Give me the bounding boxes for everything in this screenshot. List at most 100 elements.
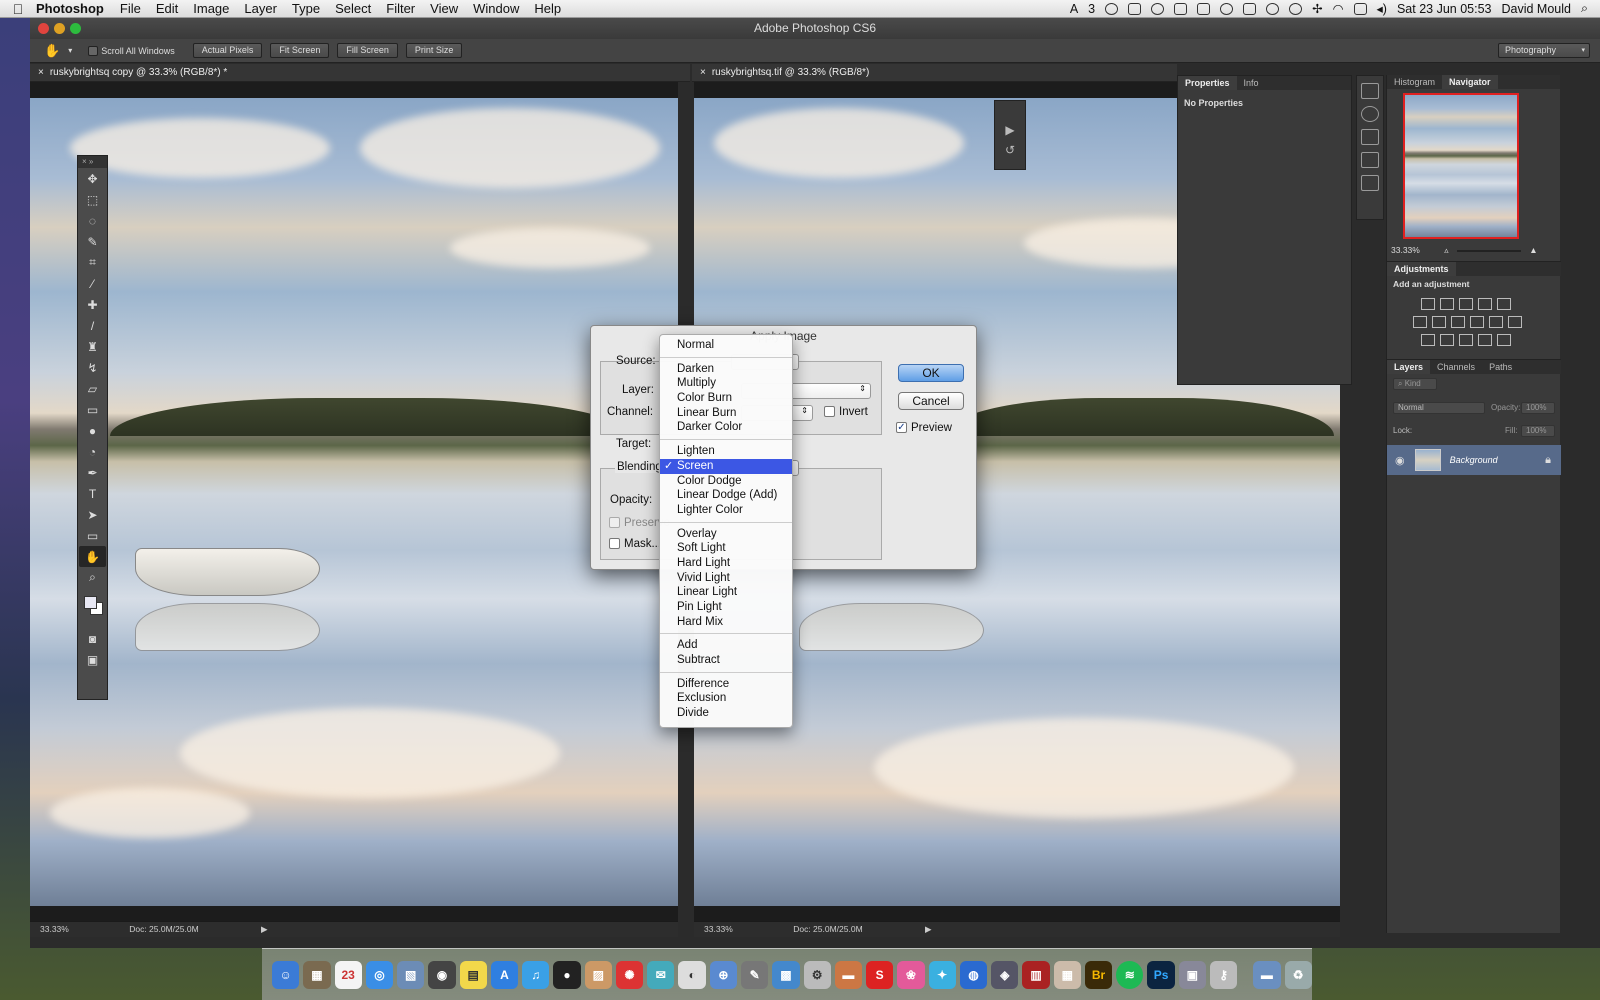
opacity-field[interactable]: 100%: [1521, 402, 1555, 414]
blend-option-multiply[interactable]: Multiply: [660, 376, 792, 391]
pinwheel-icon[interactable]: [1220, 2, 1234, 15]
tab-channels[interactable]: Channels: [1430, 360, 1482, 374]
zoom-in-icon[interactable]: ▲: [1529, 245, 1537, 255]
layer-row-background[interactable]: ◉ Background 🔒︎: [1387, 445, 1561, 475]
history-brush-tool-icon[interactable]: ↯: [79, 357, 106, 378]
mask-checkbox[interactable]: Mask...: [609, 538, 661, 550]
channel-mixer-icon[interactable]: [1489, 316, 1503, 328]
calendar-icon[interactable]: 23: [334, 960, 362, 989]
preview-app-icon[interactable]: ▧: [397, 960, 425, 989]
display-icon[interactable]: [1243, 2, 1257, 15]
network-icon[interactable]: ⊕: [709, 960, 737, 989]
marquee-tool-icon[interactable]: ⬚: [79, 189, 106, 210]
iphoto-icon[interactable]: ▨: [584, 960, 612, 989]
healing-brush-tool-icon[interactable]: ✚: [79, 294, 106, 315]
document-tab-right[interactable]: × ruskybrightsq.tif @ 33.3% (RGB/8*): [692, 64, 1177, 82]
blend-option-normal[interactable]: Normal: [660, 338, 792, 353]
history-icon[interactable]: ↺: [995, 143, 1025, 157]
fill-field[interactable]: 100%: [1521, 425, 1555, 437]
preserve-check-box[interactable]: [609, 517, 620, 529]
curves-icon[interactable]: [1459, 298, 1473, 310]
utility-app-icon[interactable]: ▩: [772, 960, 800, 989]
blend-option-linear-burn[interactable]: Linear Burn: [660, 406, 792, 421]
spotify-icon[interactable]: ≋: [1116, 960, 1144, 989]
photos-folder-icon[interactable]: ▣: [1178, 960, 1206, 989]
safari-icon[interactable]: ◎: [365, 960, 394, 989]
exposure-icon[interactable]: [1478, 298, 1492, 310]
menu-help[interactable]: Help: [534, 1, 561, 16]
tab-properties[interactable]: Properties: [1178, 76, 1237, 90]
mask-check-box[interactable]: [609, 538, 620, 550]
blend-option-color-burn[interactable]: Color Burn: [660, 391, 792, 406]
zoom-slider[interactable]: [1456, 249, 1521, 252]
blend-option-hard-light[interactable]: Hard Light: [660, 556, 792, 571]
info-panel-icon[interactable]: [1361, 106, 1379, 122]
blend-option-soft-light[interactable]: Soft Light: [660, 541, 792, 556]
levels-icon[interactable]: [1440, 298, 1454, 310]
sound-icon[interactable]: [1353, 2, 1367, 15]
menu-window[interactable]: Window: [473, 1, 519, 16]
preview-checkbox[interactable]: ✓ Preview: [896, 422, 952, 434]
invert-icon[interactable]: [1421, 334, 1435, 346]
zoom-tool-icon[interactable]: ⌕: [79, 567, 106, 588]
pen-tool-icon[interactable]: ✒: [79, 462, 106, 483]
blend-option-pin-light[interactable]: Pin Light: [660, 600, 792, 615]
blend-option-overlay[interactable]: Overlay: [660, 527, 792, 542]
move-tool-icon[interactable]: ✥: [79, 168, 106, 189]
documents-stack-icon[interactable]: ▬: [1253, 960, 1281, 989]
blur-tool-icon[interactable]: ●: [79, 420, 106, 441]
blend-option-add[interactable]: Add: [660, 638, 792, 653]
app-store-icon[interactable]: A: [490, 960, 519, 989]
menu-filter[interactable]: Filter: [386, 1, 415, 16]
twitter-icon[interactable]: ✦: [928, 960, 956, 989]
camera-raw-icon[interactable]: ◈: [991, 960, 1019, 989]
tab-adjustments[interactable]: Adjustments: [1387, 262, 1456, 276]
photoshop-icon[interactable]: Ps: [1147, 960, 1175, 989]
menu-file[interactable]: File: [120, 1, 141, 16]
document-tab-left[interactable]: × ruskybrightsq copy @ 33.3% (RGB/8*) *: [30, 64, 690, 82]
brush-tool-icon[interactable]: /: [79, 315, 106, 336]
app-menu[interactable]: Photoshop: [36, 1, 104, 16]
dropbox-icon[interactable]: [1105, 2, 1119, 15]
adobe-icon[interactable]: A: [1070, 2, 1078, 16]
eyedropper-tool-icon[interactable]: ⁄: [79, 273, 106, 294]
menu-view[interactable]: View: [430, 1, 458, 16]
bridge-icon[interactable]: Br: [1084, 960, 1113, 989]
foreground-color-swatch[interactable]: [84, 596, 97, 609]
spotlight-search-icon[interactable]: ⌕: [1581, 1, 1588, 16]
archive-icon[interactable]: ▦: [1053, 960, 1081, 989]
close-window-button[interactable]: [38, 23, 49, 34]
clone-stamp-tool-icon[interactable]: ♜: [79, 336, 106, 357]
blend-mode-select[interactable]: Normal: [1393, 402, 1485, 414]
close-tab-icon[interactable]: ×: [38, 67, 44, 78]
wifi-icon[interactable]: ◠: [1333, 1, 1344, 16]
status-menu-arrow-icon[interactable]: ▶: [925, 924, 932, 934]
lasso-tool-icon[interactable]: ◌: [79, 210, 106, 231]
brush-panel-icon[interactable]: [1361, 129, 1379, 145]
apple-menu-icon[interactable]: : [0, 1, 36, 17]
invert-check-box[interactable]: [824, 406, 835, 418]
help-lifebuoy-icon[interactable]: ✺: [615, 960, 644, 989]
menu-edit[interactable]: Edit: [156, 1, 178, 16]
mail-icon[interactable]: ✉: [647, 960, 675, 989]
color-lookup-icon[interactable]: [1508, 316, 1522, 328]
volume-icon[interactable]: ◂): [1377, 1, 1387, 16]
stickies-icon[interactable]: ▤: [459, 960, 487, 989]
print-size-button[interactable]: Print Size: [405, 43, 463, 58]
user-name[interactable]: David Mould: [1502, 2, 1571, 16]
system-preferences-icon[interactable]: ⚙: [803, 960, 831, 989]
menu-type[interactable]: Type: [292, 1, 320, 16]
timer-icon[interactable]: [1151, 2, 1165, 15]
folder-app-icon[interactable]: ▬: [834, 960, 863, 989]
quick-mask-icon[interactable]: ◙: [79, 628, 106, 649]
dashboard-icon[interactable]: ▦: [303, 960, 331, 989]
bluetooth-icon[interactable]: ✢: [1312, 1, 1322, 16]
film-app-icon[interactable]: ▥: [1022, 960, 1050, 989]
tab-layers[interactable]: Layers: [1387, 360, 1431, 374]
workspace-switcher[interactable]: Photography ▾: [1498, 43, 1590, 58]
posterize-icon[interactable]: [1440, 334, 1454, 346]
navigator-zoom-value[interactable]: 33.33%: [1391, 245, 1420, 255]
browser-icon[interactable]: ◍: [959, 960, 988, 989]
finder-icon[interactable]: ☺: [272, 960, 300, 989]
quick-select-tool-icon[interactable]: ✎: [79, 231, 106, 252]
